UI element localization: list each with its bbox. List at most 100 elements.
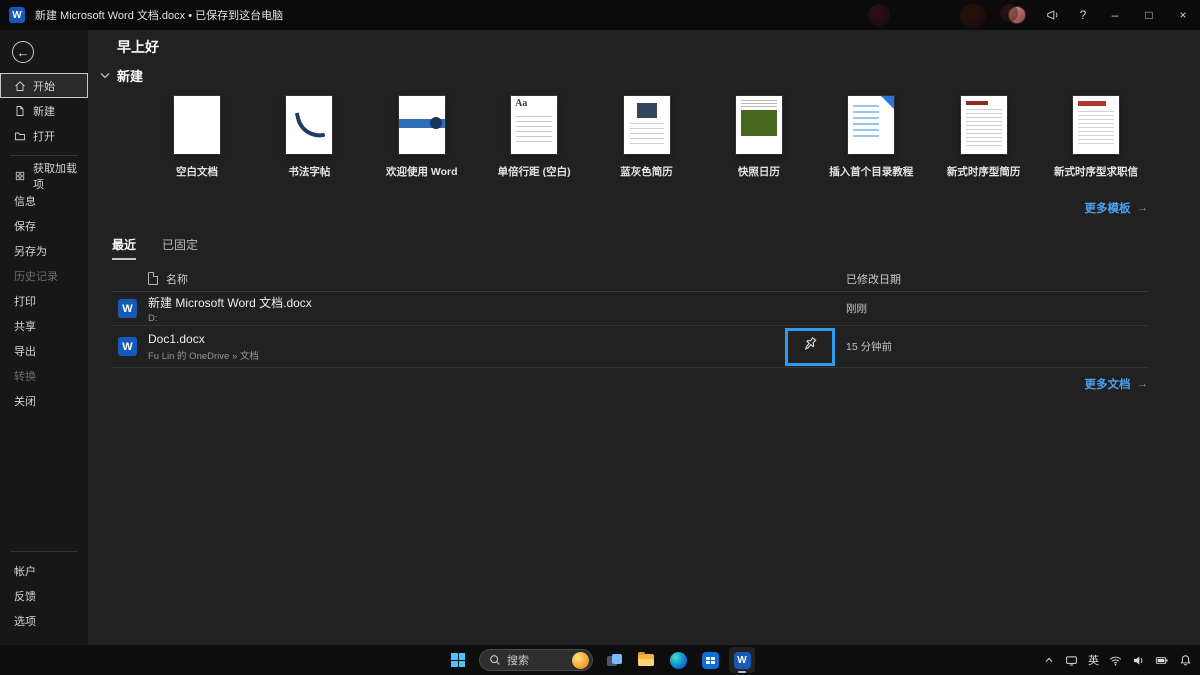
sidebar-item-info[interactable]: 信息 xyxy=(0,188,88,213)
system-tray: 英 xyxy=(1043,645,1192,675)
task-view-icon xyxy=(607,654,622,667)
edge-icon xyxy=(670,652,687,669)
word-file-icon: W xyxy=(118,299,137,318)
minimize-button[interactable]: – xyxy=(1098,0,1132,30)
battery-icon[interactable] xyxy=(1155,654,1169,667)
sidebar-item-home[interactable]: 开始 xyxy=(0,73,88,98)
template-calligraphy[interactable]: 书法字帖 xyxy=(257,96,361,179)
arrow-right-icon: → xyxy=(1137,202,1149,214)
template-thumbnail xyxy=(399,96,445,154)
addins-grid-icon xyxy=(14,170,26,182)
titlebar-decoration xyxy=(868,4,890,26)
open-folder-icon xyxy=(14,130,26,142)
word-taskbar-button[interactable]: W xyxy=(729,647,755,673)
new-section-header[interactable]: 新建 xyxy=(100,66,143,85)
template-thumbnail xyxy=(736,96,782,154)
sidebar-item-history: 历史记录 xyxy=(0,263,88,288)
arrow-right-icon: → xyxy=(1137,378,1149,390)
template-welcome-to-word[interactable]: 欢迎使用 Word xyxy=(370,96,474,179)
store-icon xyxy=(702,652,719,669)
home-icon xyxy=(14,80,26,92)
sidebar-item-save[interactable]: 保存 xyxy=(0,213,88,238)
start-button[interactable] xyxy=(445,647,471,673)
word-backstage-window: W 新建 Microsoft Word 文档.docx • 已保存到这台电脑 ?… xyxy=(0,0,1200,675)
file-location: Fu Lin 的 OneDrive » 文档 xyxy=(148,348,782,362)
sidebar-item-print[interactable]: 打印 xyxy=(0,288,88,313)
sidebar-item-saveas[interactable]: 另存为 xyxy=(0,238,88,263)
close-button[interactable]: × xyxy=(1166,0,1200,30)
file-explorer-button[interactable] xyxy=(633,647,659,673)
sidebar-item-share[interactable]: 共享 xyxy=(0,313,88,338)
volume-icon[interactable] xyxy=(1132,654,1145,667)
search-label: 搜索 xyxy=(507,652,572,668)
file-row-new-word-doc[interactable]: W 新建 Microsoft Word 文档.docx D: 刚刚 xyxy=(112,292,1148,326)
notifications-bell-icon[interactable] xyxy=(1179,654,1192,667)
sidebar-divider xyxy=(10,155,78,156)
word-icon: W xyxy=(734,652,751,669)
pin-icon[interactable] xyxy=(802,336,818,357)
new-section-title: 新建 xyxy=(117,66,143,85)
account-avatar[interactable] xyxy=(1008,6,1026,24)
sidebar-item-close[interactable]: 关闭 xyxy=(0,388,88,413)
sidebar-item-feedback[interactable]: 反馈 xyxy=(0,583,88,608)
file-list-header: 名称 已修改日期 xyxy=(112,266,1148,292)
sidebar-divider xyxy=(10,551,78,552)
template-single-spaced[interactable]: 单倍行距 (空白) xyxy=(482,96,586,179)
backstage-sidebar: ← 开始 新建 打开 获取加载项 信息 保存 另存为 历史记录 打印 共享 导出… xyxy=(0,30,88,645)
date-column-header[interactable]: 已修改日期 xyxy=(838,271,1148,287)
sidebar-item-account[interactable]: 帐户 xyxy=(0,558,88,583)
ime-language-indicator[interactable]: 英 xyxy=(1088,652,1099,668)
new-document-icon xyxy=(14,105,26,117)
store-button[interactable] xyxy=(697,647,723,673)
pin-highlight-box xyxy=(785,328,835,366)
task-view-button[interactable] xyxy=(601,647,627,673)
template-modern-cover-letter[interactable]: 新式时序型求职信 xyxy=(1044,96,1148,179)
template-bluegray-resume[interactable]: 蓝灰色简历 xyxy=(595,96,699,179)
weather-icon xyxy=(572,652,589,669)
taskbar-center: 搜索 W xyxy=(442,645,758,675)
template-toc-tutorial[interactable]: 插入首个目录教程 xyxy=(819,96,923,179)
file-name: Doc1.docx xyxy=(148,332,782,346)
wifi-icon[interactable] xyxy=(1109,654,1122,667)
sidebar-item-new[interactable]: 新建 xyxy=(0,98,88,123)
windows-taskbar: 搜索 W 英 xyxy=(0,645,1200,675)
edge-button[interactable] xyxy=(665,647,691,673)
maximize-button[interactable]: □ xyxy=(1132,0,1166,30)
template-thumbnail xyxy=(1073,96,1119,154)
file-name: 新建 Microsoft Word 文档.docx xyxy=(148,294,782,311)
titlebar: W 新建 Microsoft Word 文档.docx • 已保存到这台电脑 ?… xyxy=(0,0,1200,30)
sidebar-item-transform: 转换 xyxy=(0,363,88,388)
file-row-doc1[interactable]: W Doc1.docx Fu Lin 的 OneDrive » 文档 15 分钟… xyxy=(112,326,1148,368)
search-icon xyxy=(489,654,501,666)
greeting-heading: 早上好 xyxy=(117,37,159,57)
taskbar-search[interactable]: 搜索 xyxy=(479,649,593,671)
file-modified: 刚刚 xyxy=(838,301,1148,316)
tab-recent[interactable]: 最近 xyxy=(112,236,136,260)
sidebar-item-export[interactable]: 导出 xyxy=(0,338,88,363)
template-thumbnail xyxy=(286,96,332,154)
tab-pinned[interactable]: 已固定 xyxy=(162,236,198,260)
display-icon[interactable] xyxy=(1065,654,1078,667)
template-modern-resume[interactable]: 新式时序型简历 xyxy=(932,96,1036,179)
back-button[interactable]: ← xyxy=(12,41,34,63)
template-blank-document[interactable]: 空白文档 xyxy=(145,96,249,179)
help-button[interactable]: ? xyxy=(1068,0,1098,30)
more-templates-link[interactable]: 更多模板 → xyxy=(1085,200,1149,216)
more-documents-link[interactable]: 更多文档 → xyxy=(1085,376,1149,392)
sidebar-item-addins[interactable]: 获取加载项 xyxy=(0,163,88,188)
windows-logo-icon xyxy=(451,653,465,667)
name-column-header[interactable]: 名称 xyxy=(166,271,188,287)
folder-icon xyxy=(638,654,654,666)
file-modified: 15 分钟前 xyxy=(838,339,1148,354)
template-gallery: 空白文档 书法字帖 欢迎使用 Word 单倍行距 (空白) 蓝灰色简历 快照日历 xyxy=(145,96,1148,179)
tray-chevron-up-icon[interactable] xyxy=(1043,654,1055,666)
titlebar-decoration xyxy=(960,4,986,28)
template-snapshot-calendar[interactable]: 快照日历 xyxy=(707,96,811,179)
sidebar-item-open[interactable]: 打开 xyxy=(0,123,88,148)
template-thumbnail xyxy=(961,96,1007,154)
template-thumbnail xyxy=(511,96,557,154)
sidebar-item-options[interactable]: 选项 xyxy=(0,608,88,633)
template-thumbnail xyxy=(174,96,220,154)
megaphone-icon[interactable] xyxy=(1038,0,1068,30)
more-documents-row: 更多文档 → xyxy=(112,376,1148,392)
